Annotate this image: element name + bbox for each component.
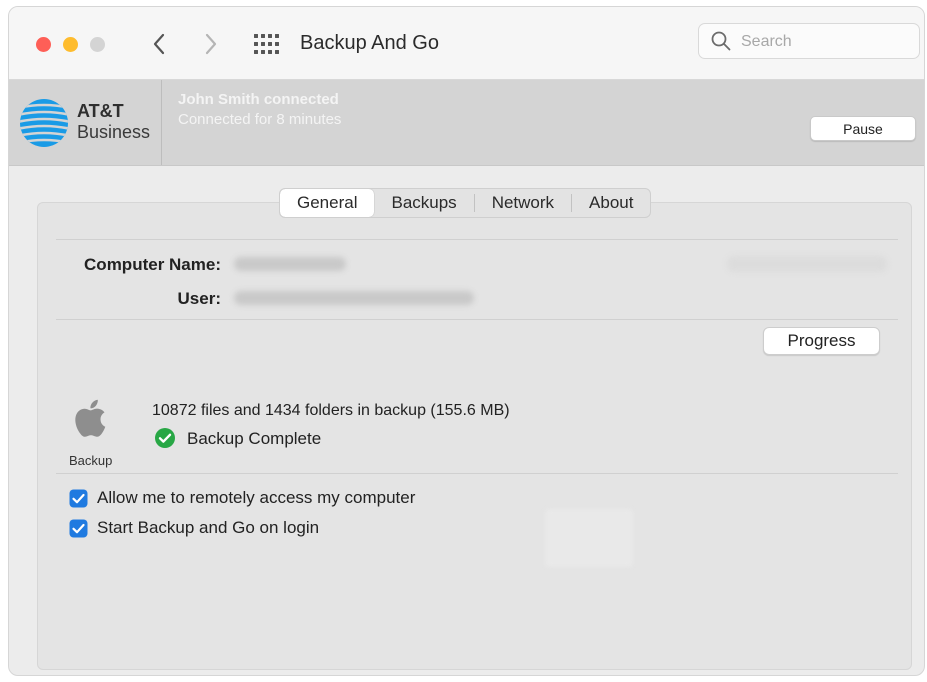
pause-button[interactable]: Pause <box>810 116 916 141</box>
connection-banner: AT&T Business John Smith connected Conne… <box>9 80 924 166</box>
tab-about[interactable]: About <box>572 189 650 217</box>
chevron-left-icon <box>153 33 165 55</box>
tab-bar: General Backups Network About <box>279 188 652 218</box>
tab-general[interactable]: General <box>280 189 375 217</box>
zoom-window-button[interactable] <box>90 37 105 52</box>
brand-name: AT&T <box>77 101 124 121</box>
user-label: User: <box>177 289 221 308</box>
backup-icon-caption: Backup <box>69 453 113 468</box>
backup-summary-text: 10872 files and 1434 folders in backup (… <box>152 402 510 419</box>
back-button[interactable] <box>147 29 171 59</box>
show-all-grid-icon[interactable] <box>253 33 279 55</box>
checkmark-circle-icon <box>155 428 175 448</box>
apple-icon <box>75 399 106 437</box>
search-input[interactable] <box>739 30 913 54</box>
redacted-region <box>727 256 887 272</box>
remote-access-checkbox[interactable] <box>69 489 88 508</box>
chevron-right-icon <box>205 33 217 55</box>
backup-status-text: Backup Complete <box>187 429 322 448</box>
divider <box>56 239 898 240</box>
remote-access-label[interactable]: Allow me to remotely access my computer <box>97 488 415 508</box>
window-title: Backup And Go <box>300 32 439 54</box>
search-icon <box>711 31 731 51</box>
progress-button[interactable]: Progress <box>763 327 880 355</box>
connected-user-text: John Smith connected <box>178 91 339 108</box>
tab-network[interactable]: Network <box>475 189 571 217</box>
att-globe-icon <box>20 99 68 147</box>
att-business-logo: AT&T Business <box>9 80 162 165</box>
user-value-redacted <box>234 291 474 305</box>
redacted-region <box>545 509 633 567</box>
forward-button[interactable] <box>199 29 223 59</box>
tab-backups[interactable]: Backups <box>374 189 473 217</box>
brand-subtitle: Business <box>77 122 151 142</box>
divider <box>56 319 898 320</box>
app-window: Backup And Go AT&T Business <box>8 6 925 676</box>
minimize-window-button[interactable] <box>63 37 78 52</box>
computer-name-label: Computer Name: <box>84 255 221 274</box>
start-on-login-checkbox[interactable] <box>69 519 88 538</box>
divider <box>56 473 898 474</box>
computer-name-value-redacted <box>234 257 346 271</box>
start-on-login-label[interactable]: Start Backup and Go on login <box>97 518 319 538</box>
close-window-button[interactable] <box>36 37 51 52</box>
connected-duration-text: Connected for 8 minutes <box>178 111 342 128</box>
search-field[interactable] <box>698 23 920 59</box>
title-bar: Backup And Go <box>9 7 924 80</box>
